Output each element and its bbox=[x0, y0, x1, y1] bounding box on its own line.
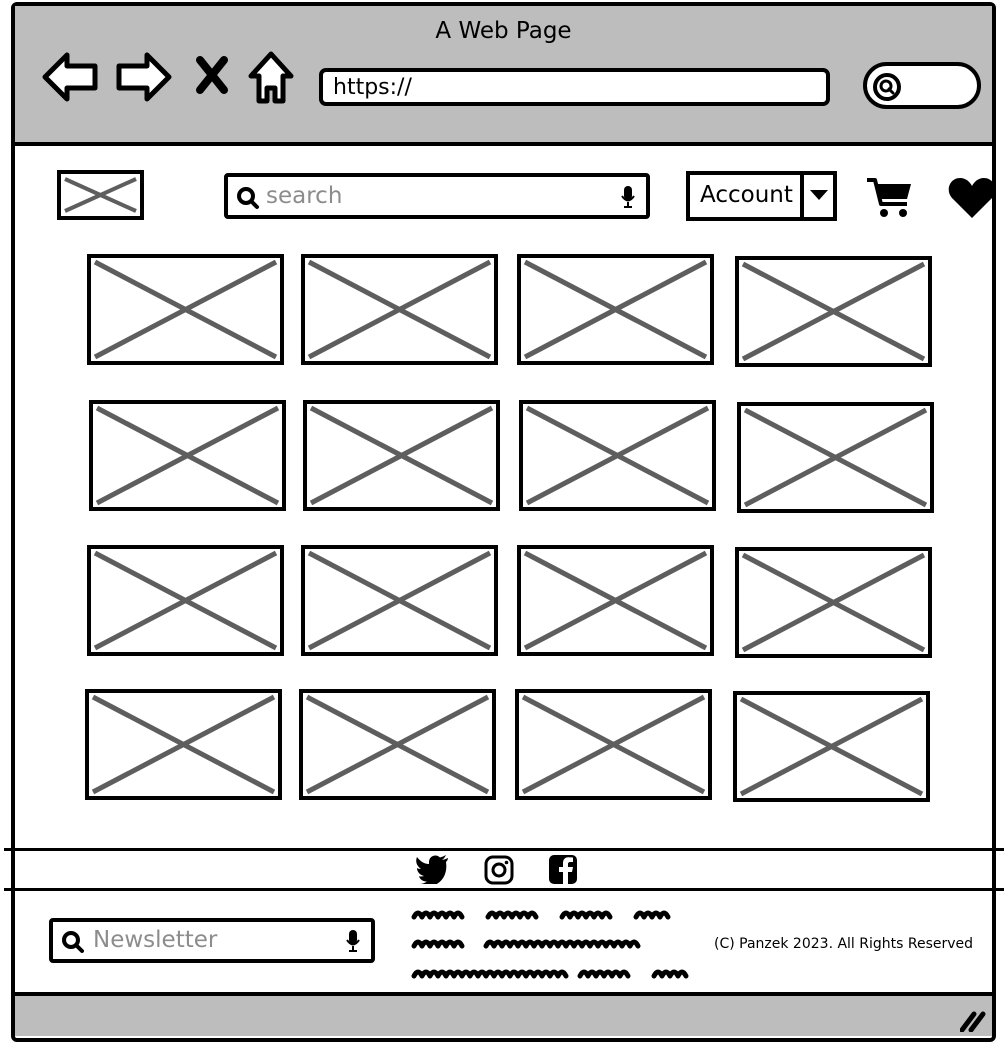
product-image-placeholder[interactable] bbox=[735, 256, 932, 367]
product-image-placeholder[interactable] bbox=[517, 545, 714, 656]
facebook-icon[interactable] bbox=[548, 854, 578, 885]
browser-statusbar bbox=[15, 992, 992, 1036]
resize-grip-icon[interactable] bbox=[960, 1010, 986, 1032]
product-image-placeholder[interactable] bbox=[89, 400, 286, 511]
product-image-placeholder[interactable] bbox=[301, 254, 498, 365]
footer-divider-top bbox=[4, 848, 1004, 851]
product-image-placeholder[interactable] bbox=[519, 400, 716, 511]
twitter-icon[interactable] bbox=[415, 854, 449, 884]
newsletter-input[interactable]: Newsletter bbox=[49, 918, 375, 963]
product-image-placeholder[interactable] bbox=[299, 689, 496, 800]
product-image-placeholder[interactable] bbox=[85, 689, 282, 800]
product-image-placeholder[interactable] bbox=[517, 254, 714, 365]
product-image-placeholder[interactable] bbox=[733, 691, 930, 802]
product-image-placeholder[interactable] bbox=[515, 689, 712, 800]
footer-divider-bottom bbox=[4, 888, 1004, 891]
copyright-text: (C) Panzek 2023. All Rights Reserved bbox=[714, 936, 974, 952]
search-icon bbox=[62, 931, 84, 953]
footer-text-scribble bbox=[411, 910, 689, 979]
product-image-placeholder[interactable] bbox=[735, 547, 932, 658]
microphone-icon[interactable] bbox=[345, 929, 361, 953]
product-image-placeholder[interactable] bbox=[737, 402, 934, 513]
instagram-icon[interactable] bbox=[484, 855, 514, 885]
product-image-placeholder[interactable] bbox=[87, 545, 284, 656]
newsletter-placeholder: Newsletter bbox=[93, 927, 218, 953]
product-image-placeholder[interactable] bbox=[87, 254, 284, 365]
browser-window: A Web Page https:// search Account Newsl… bbox=[4, 2, 1004, 1042]
product-image-placeholder[interactable] bbox=[301, 545, 498, 656]
product-image-placeholder[interactable] bbox=[303, 400, 500, 511]
